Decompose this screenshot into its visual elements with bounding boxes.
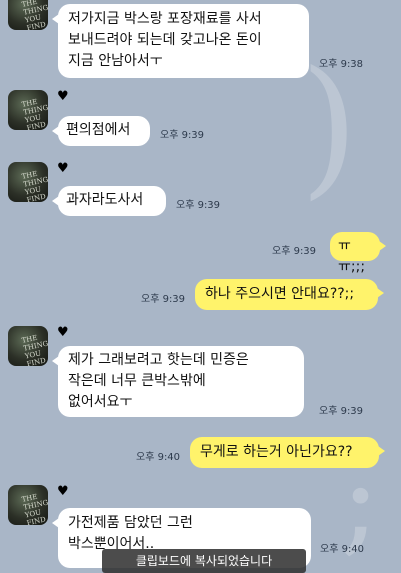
sender-avatar[interactable]: THE THING YOU FIND [8,90,48,130]
message-bubble[interactable]: ㅠㅠ;;; [330,232,386,275]
heart-icon: ♥ [57,161,69,176]
avatar-caption: THE THING YOU FIND [20,333,48,366]
message-bubble[interactable]: 편의점에서 [52,116,150,146]
avatar-caption: THE THING YOU FIND [20,0,48,30]
sender-avatar[interactable]: THE THING YOU FIND [8,485,48,525]
copied-toast: 클립보드에 복사되었습니다 [102,549,306,573]
message-bubble[interactable]: 하나 주으시면 안대요??;; [195,279,384,310]
message-bubble[interactable]: 과자라도사서 [52,186,166,216]
avatar-caption: THE THING YOU FIND [20,169,48,202]
message-time: 오후 9:39 [319,406,364,417]
sender-avatar[interactable]: THE THING YOU FIND [8,0,48,30]
message-time: 오후 9:40 [320,544,365,555]
message-time: 오후 9:38 [319,59,364,70]
message-time: 오후 9:39 [141,294,186,305]
heart-icon: ♥ [57,484,69,499]
message-time: 오후 9:40 [136,452,181,463]
message-bubble[interactable]: 저가지금 박스랑 포장재료를 사서 보내드려야 되는데 갖고나온 돈이 지금 안… [52,4,309,78]
message-bubble[interactable]: 제가 그래보려고 핫는데 민증은 작은데 너무 큰박스밖에 없어서요ㅜ [52,346,304,417]
message-time: 오후 9:39 [176,200,221,211]
sender-avatar[interactable]: THE THING YOU FIND [8,326,48,366]
sender-avatar[interactable]: THE THING YOU FIND [8,162,48,202]
message-bubble[interactable]: 무게로 하는거 아닌가요?? [190,437,385,468]
heart-icon: ♥ [57,89,69,104]
message-time: 오후 9:39 [272,246,317,257]
message-time: 오후 9:39 [160,130,205,141]
avatar-caption: THE THING YOU FIND [20,492,48,525]
avatar-caption: THE THING YOU FIND [20,97,48,130]
heart-icon: ♥ [57,325,69,340]
